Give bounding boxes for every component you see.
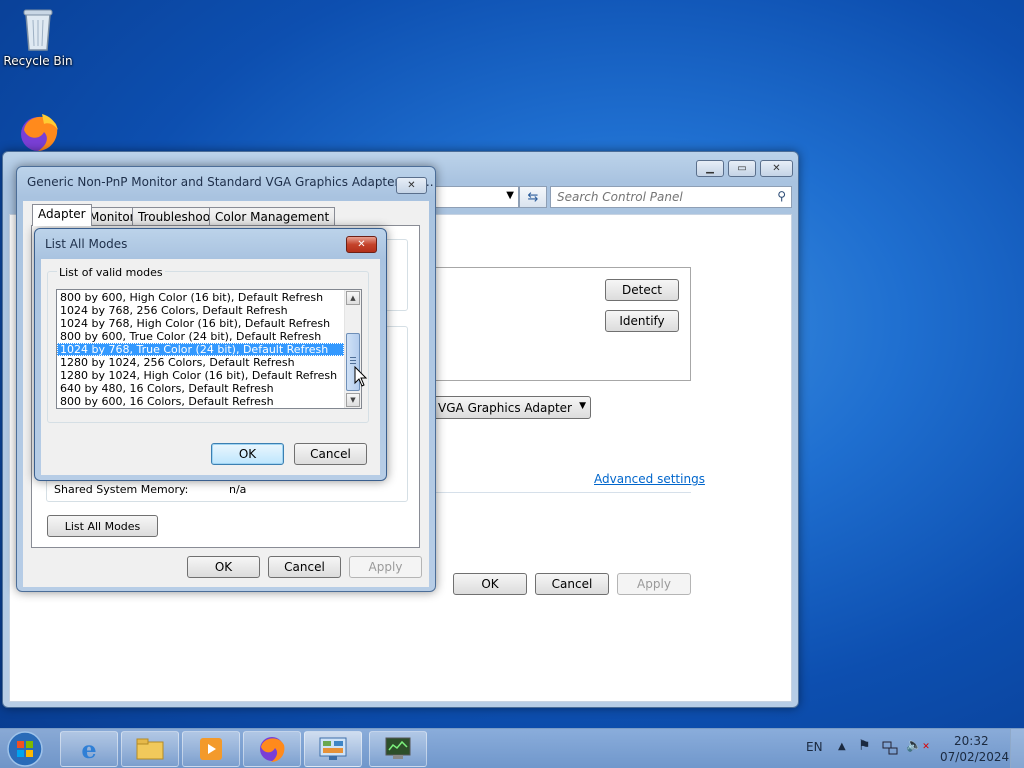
tab-strip: Adapter Monitor Troubleshoot Color Manag… xyxy=(29,204,419,226)
firefox-desktop-icon[interactable] xyxy=(16,110,64,154)
action-center-flag-icon[interactable]: ⚑ xyxy=(858,738,871,754)
properties-ok-button[interactable]: OK xyxy=(187,556,260,578)
taskbar-display-settings[interactable] xyxy=(369,731,427,767)
tab-color-management[interactable]: Color Management xyxy=(209,207,336,226)
modes-scrollbar[interactable]: ▲ ▼ xyxy=(344,290,361,408)
advanced-settings-link[interactable]: Advanced settings xyxy=(594,472,705,486)
modes-dialog-title: List All Modes xyxy=(45,237,128,251)
properties-cancel-button[interactable]: Cancel xyxy=(268,556,341,578)
volume-muted-icon[interactable]: 🔈✕ xyxy=(906,738,930,753)
scroll-up-arrow-icon[interactable]: ▲ xyxy=(346,291,360,305)
search-icon[interactable]: ⚲ xyxy=(777,189,786,203)
start-button[interactable] xyxy=(5,730,45,768)
maximize-button[interactable]: ▭ xyxy=(728,160,756,177)
modes-close-button[interactable]: ✕ xyxy=(346,236,377,253)
refresh-icon: ⇆ xyxy=(527,189,539,205)
modes-ok-button[interactable]: OK xyxy=(211,443,284,465)
close-button[interactable]: ✕ xyxy=(760,160,793,177)
tab-adapter[interactable]: Adapter xyxy=(32,204,92,226)
taskbar-internet-explorer[interactable]: e xyxy=(60,731,118,767)
scroll-down-arrow-icon[interactable]: ▼ xyxy=(346,393,360,407)
modes-cancel-button[interactable]: Cancel xyxy=(294,443,367,465)
mode-list-item[interactable]: 800 by 600, 16 Colors, Default Refresh xyxy=(57,395,344,408)
recycle-bin-icon xyxy=(23,9,53,51)
mode-list-item[interactable]: 1280 by 1024, High Color (16 bit), Defau… xyxy=(57,369,344,382)
display-settings-icon xyxy=(385,737,411,759)
chevron-down-icon: ▼ xyxy=(579,401,586,411)
minimize-button[interactable]: ▁ xyxy=(696,160,724,177)
mode-list-item[interactable]: 800 by 600, High Color (16 bit), Default… xyxy=(57,291,344,304)
shared-memory-label: Shared System Memory: xyxy=(54,483,189,496)
properties-apply-button: Apply xyxy=(349,556,422,578)
shared-memory-value: n/a xyxy=(229,483,247,496)
media-player-icon xyxy=(200,738,222,760)
display-select[interactable]: rd VGA Graphics Adapter ▼ xyxy=(422,396,591,419)
file-explorer-icon xyxy=(136,738,164,760)
taskbar-control-panel[interactable] xyxy=(304,731,362,767)
internet-explorer-icon: e xyxy=(81,734,97,764)
tab-troubleshoot[interactable]: Troubleshoot xyxy=(132,207,221,226)
show-hidden-icons-icon[interactable]: ▲ xyxy=(838,741,846,752)
search-box[interactable]: ⚲ xyxy=(550,186,792,208)
properties-title: Generic Non-PnP Monitor and Standard VGA… xyxy=(27,175,434,189)
address-dropdown-icon[interactable]: ▼ xyxy=(506,190,514,201)
mouse-cursor-icon xyxy=(354,366,368,387)
show-desktop-button[interactable] xyxy=(1010,729,1024,768)
modes-client: List of valid modes 800 by 600, High Col… xyxy=(41,259,380,475)
taskbar-media-player[interactable] xyxy=(182,731,240,767)
modes-listbox[interactable]: 800 by 600, High Color (16 bit), Default… xyxy=(56,289,362,409)
valid-modes-label: List of valid modes xyxy=(57,266,165,279)
mode-list-item[interactable]: 1024 by 768, High Color (16 bit), Defaul… xyxy=(57,317,344,330)
list-all-modes-window: List All Modes ✕ List of valid modes 800… xyxy=(34,228,387,481)
mode-list-item[interactable]: 800 by 600, True Color (24 bit), Default… xyxy=(57,330,344,343)
properties-close-button[interactable]: ✕ xyxy=(396,177,427,194)
detect-button[interactable]: Detect xyxy=(605,279,679,301)
identify-button[interactable]: Identify xyxy=(605,310,679,332)
mode-list-item[interactable]: 640 by 480, 16 Colors, Default Refresh xyxy=(57,382,344,395)
recycle-bin-desktop-icon[interactable]: Recycle Bin xyxy=(0,6,76,68)
clock-time[interactable]: 20:32 xyxy=(954,734,989,748)
firefox-icon xyxy=(21,114,58,151)
mode-list-item[interactable]: 1024 by 768, 256 Colors, Default Refresh xyxy=(57,304,344,317)
taskbar-firefox[interactable] xyxy=(243,731,301,767)
cp-apply-button: Apply xyxy=(617,573,691,595)
cp-ok-button[interactable]: OK xyxy=(453,573,527,595)
mode-list-item[interactable]: 1024 by 768, True Color (24 bit), Defaul… xyxy=(57,343,344,356)
search-input[interactable] xyxy=(557,189,767,205)
taskbar: e EN ▲ ⚑ 🔈✕ 20:32 07/02/2024 xyxy=(0,728,1024,768)
refresh-button[interactable]: ⇆ xyxy=(519,186,547,208)
display-select-value: rd VGA Graphics Adapter xyxy=(421,401,572,415)
network-icon[interactable] xyxy=(882,740,898,756)
language-indicator[interactable]: EN xyxy=(806,740,823,754)
recycle-bin-label: Recycle Bin xyxy=(3,54,73,68)
list-all-modes-button[interactable]: List All Modes xyxy=(47,515,158,537)
control-panel-icon xyxy=(319,737,347,760)
modes-list: 800 by 600, High Color (16 bit), Default… xyxy=(57,291,344,408)
close-icon: ✕ xyxy=(357,239,366,250)
firefox-icon xyxy=(260,737,285,762)
cp-cancel-button[interactable]: Cancel xyxy=(535,573,609,595)
taskbar-file-explorer[interactable] xyxy=(121,731,179,767)
start-orb-icon xyxy=(7,731,43,767)
clock-date[interactable]: 07/02/2024 xyxy=(940,750,1009,764)
mode-list-item[interactable]: 1280 by 1024, 256 Colors, Default Refres… xyxy=(57,356,344,369)
